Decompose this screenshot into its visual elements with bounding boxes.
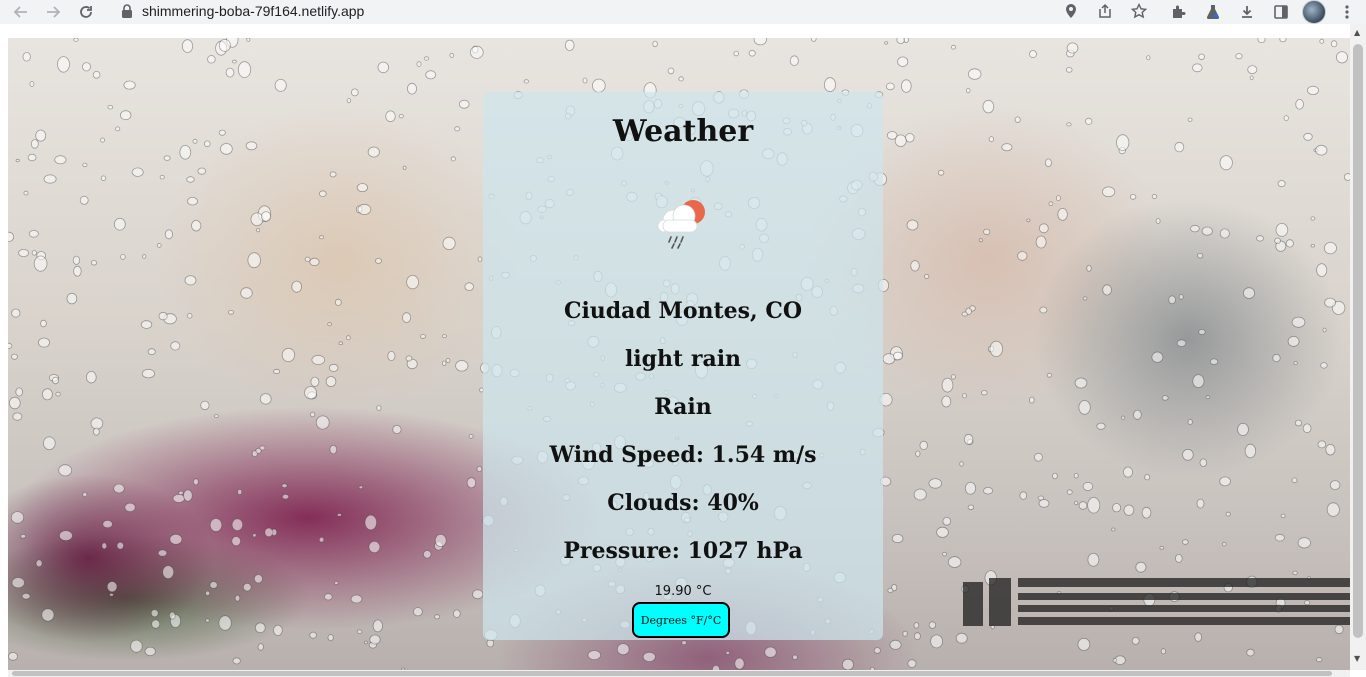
clouds: Clouds: 40% <box>607 490 759 516</box>
forward-button[interactable] <box>40 1 66 23</box>
weather-card: Weather Ciudad Montes, CO light rain Rai… <box>483 92 883 640</box>
arrow-left-icon <box>13 6 27 18</box>
location-pin-icon[interactable] <box>1058 0 1084 22</box>
cloud-rain-sun-icon <box>657 200 705 249</box>
horizontal-scrollbar[interactable] <box>8 670 1350 677</box>
page-background: Weather Ciudad Montes, CO light rain Rai… <box>8 38 1350 670</box>
city-name: Ciudad Montes, CO <box>563 298 803 324</box>
browser-toolbar: shimmering-boba-79f164.netlify.app <box>0 0 1366 24</box>
temperature: 19.90 °C <box>654 584 712 599</box>
star-icon[interactable] <box>1126 0 1152 22</box>
card-title: Weather <box>612 114 754 149</box>
arrow-right-icon <box>47 6 61 18</box>
lock-icon[interactable] <box>118 4 136 18</box>
download-icon[interactable] <box>1234 1 1260 23</box>
puzzle-icon[interactable] <box>1166 1 1192 23</box>
url-text[interactable]: shimmering-boba-79f164.netlify.app <box>142 3 364 19</box>
reload-button[interactable] <box>73 1 99 23</box>
side-panel-icon[interactable] <box>1268 1 1294 23</box>
flask-icon[interactable] <box>1200 1 1226 23</box>
address-bar[interactable]: shimmering-boba-79f164.netlify.app <box>108 0 1158 22</box>
back-button[interactable] <box>8 1 34 23</box>
vertical-scrollbar[interactable]: ▲ ▼ <box>1350 24 1366 670</box>
vertical-scroll-thumb[interactable] <box>1353 44 1363 638</box>
weather-description: light rain <box>624 346 742 372</box>
horizontal-scroll-thumb[interactable] <box>12 671 1332 676</box>
reload-icon <box>80 6 92 18</box>
share-icon[interactable] <box>1092 0 1118 22</box>
pressure: Pressure: 1027 hPa <box>563 538 803 564</box>
weather-main: Rain <box>654 394 712 420</box>
unit-toggle-button[interactable]: Degrees °F/°C <box>632 602 730 638</box>
scroll-up-icon[interactable]: ▲ <box>1354 28 1360 37</box>
wind-speed: Wind Speed: 1.54 m/s <box>549 442 817 468</box>
scroll-down-icon[interactable]: ▼ <box>1354 654 1360 663</box>
profile-avatar[interactable] <box>1302 0 1326 24</box>
decorative-bars <box>963 578 1350 626</box>
kebab-menu-icon[interactable] <box>1334 1 1360 23</box>
